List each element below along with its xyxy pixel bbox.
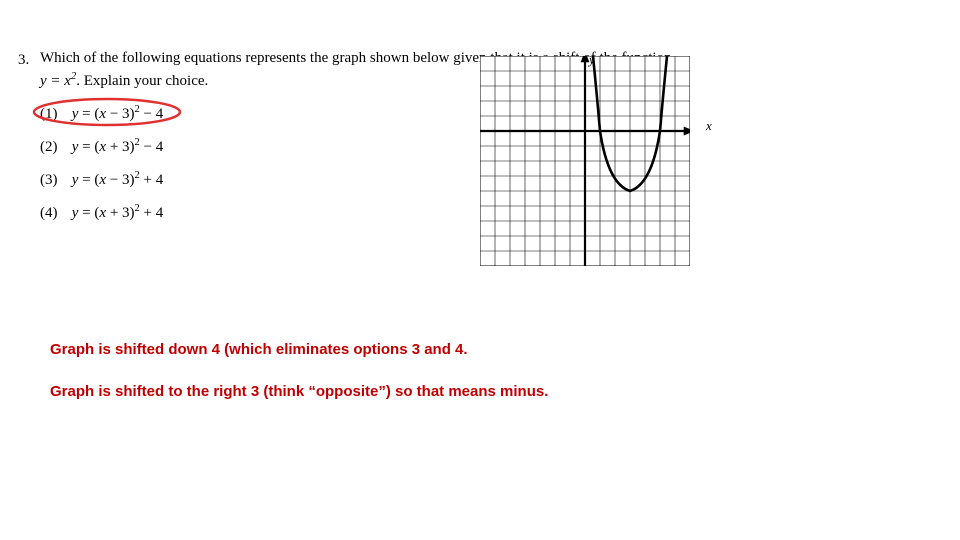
x-axis-label: x bbox=[706, 118, 712, 134]
option-label: (2) bbox=[40, 139, 68, 156]
option-label: (4) bbox=[40, 205, 68, 222]
option-formula: y = (x + 3)2 − 4 bbox=[72, 139, 164, 155]
explanation-line-1: Graph is shifted down 4 (which eliminate… bbox=[50, 340, 548, 360]
explanation-line-2: Graph is shifted to the right 3 (think “… bbox=[50, 382, 548, 402]
option-label: (3) bbox=[40, 172, 68, 189]
graph bbox=[480, 56, 690, 266]
option-formula: y = (x + 3)2 + 4 bbox=[72, 205, 164, 221]
explanation: Graph is shifted down 4 (which eliminate… bbox=[50, 340, 548, 423]
option-label: (1) bbox=[40, 106, 68, 123]
problem-number: 3. bbox=[18, 52, 29, 69]
option-formula: y = (x − 3)2 + 4 bbox=[72, 172, 164, 188]
base-equation: y = x2 bbox=[40, 73, 76, 89]
question-tail: . Explain your choice. bbox=[76, 73, 208, 89]
y-axis-label: y bbox=[589, 52, 595, 68]
option-formula: y = (x − 3)2 − 4 bbox=[72, 106, 164, 122]
